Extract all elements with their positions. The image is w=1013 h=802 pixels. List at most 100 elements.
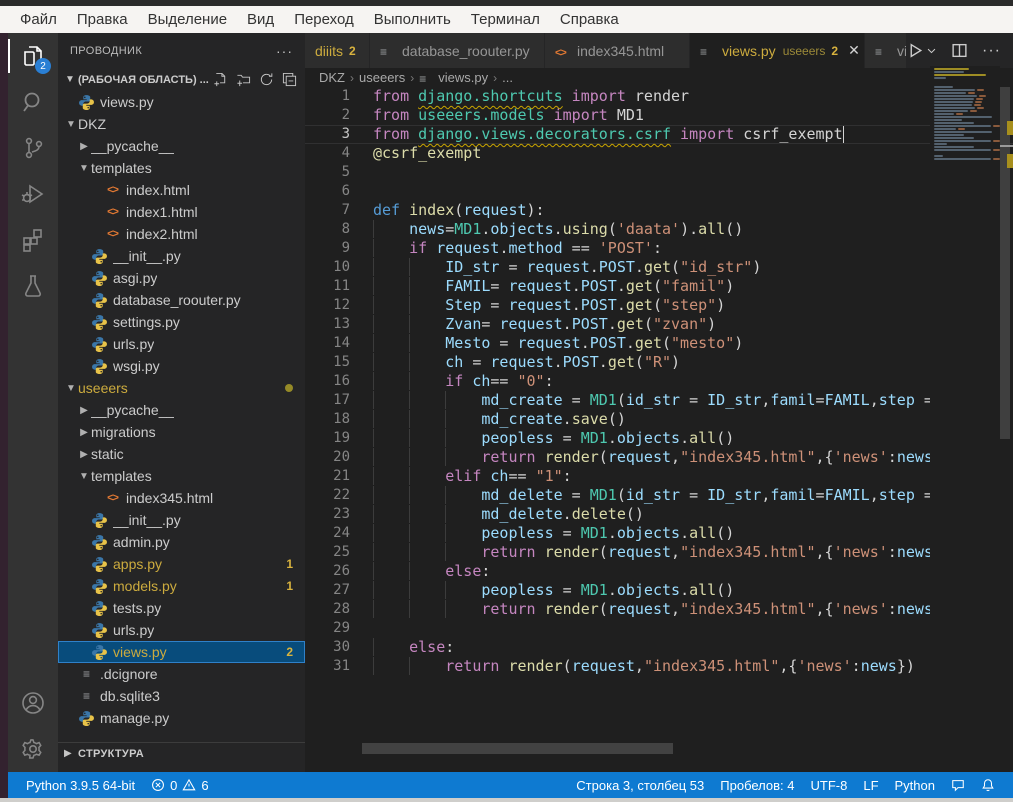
tree-item-views-py[interactable]: views.py2 [58, 641, 305, 663]
account-icon[interactable] [8, 680, 58, 726]
vertical-scrollbar[interactable] [1000, 66, 1013, 772]
code-line-9[interactable]: 9 if request.method == 'POST': [305, 239, 1013, 258]
menu-item-терминал[interactable]: Терминал [461, 9, 550, 30]
code-line-7[interactable]: 7def index(request): [305, 201, 1013, 220]
tree-item-index345-html[interactable]: <>index345.html [58, 487, 305, 509]
code-editor[interactable]: 1from django.shortcuts import render2fro… [305, 87, 1013, 772]
tab-database-roouter-py[interactable]: ≡database_roouter.py [370, 33, 545, 68]
tab-views-py[interactable]: ≡views.pyuseeers2✕ [690, 33, 865, 68]
breadcrumb-item[interactable]: views.py [438, 70, 488, 85]
status-encoding[interactable]: UTF-8 [803, 772, 856, 798]
tree-item--pycache-[interactable]: ▶__pycache__ [58, 135, 305, 157]
code-line-5[interactable]: 5 [305, 163, 1013, 182]
code-line-3[interactable]: 3from django.views.decorators.csrf impor… [305, 125, 1013, 144]
tree-item-useeers[interactable]: ▼useeers [58, 377, 305, 399]
code-line-17[interactable]: 17 md_create = MD1(id_str = ID_str,famil… [305, 391, 1013, 410]
tree-item-dkz[interactable]: ▼DKZ [58, 113, 305, 135]
bell-icon[interactable] [973, 772, 1003, 798]
code-line-15[interactable]: 15 ch = request.POST.get("R") [305, 353, 1013, 372]
tree-item-index-html[interactable]: <>index.html [58, 179, 305, 201]
refresh-icon[interactable] [259, 72, 274, 87]
tab-index345-html[interactable]: <>index345.html [545, 33, 690, 68]
breadcrumb[interactable]: DKZ›useeers›≡views.py›... [305, 68, 1013, 87]
menu-item-правка[interactable]: Правка [67, 9, 138, 30]
testing-icon[interactable] [8, 263, 58, 309]
code-line-4[interactable]: 4@csrf_exempt [305, 144, 1013, 163]
code-line-25[interactable]: 25 return render(request,"index345.html"… [305, 543, 1013, 562]
code-line-30[interactable]: 30 else: [305, 638, 1013, 657]
tree-item-tests-py[interactable]: tests.py [58, 597, 305, 619]
tree-item-settings-py[interactable]: settings.py [58, 311, 305, 333]
tree-item-admin-py[interactable]: admin.py [58, 531, 305, 553]
code-line-6[interactable]: 6 [305, 182, 1013, 201]
code-line-12[interactable]: 12 Step = request.POST.get("step") [305, 296, 1013, 315]
code-line-13[interactable]: 13 Zvan= request.POST.get("zvan") [305, 315, 1013, 334]
tree-item-wsgi-py[interactable]: wsgi.py [58, 355, 305, 377]
tree-item-db-sqlite3[interactable]: ≡db.sqlite3 [58, 685, 305, 707]
breadcrumb-item[interactable]: DKZ [319, 70, 345, 85]
code-line-14[interactable]: 14 Mesto = request.POST.get("mesto") [305, 334, 1013, 353]
feedback-icon[interactable] [943, 772, 973, 798]
status-eol[interactable]: LF [855, 772, 886, 798]
code-line-29[interactable]: 29 [305, 619, 1013, 638]
menu-item-файл[interactable]: Файл [10, 9, 67, 30]
code-line-23[interactable]: 23 md_delete.delete() [305, 505, 1013, 524]
code-line-24[interactable]: 24 peopless = MD1.objects.all() [305, 524, 1013, 543]
tree-item--init-py[interactable]: __init__.py [58, 245, 305, 267]
tree-item-templates[interactable]: ▼templates [58, 465, 305, 487]
scrollbar-thumb[interactable] [1000, 87, 1010, 439]
code-line-19[interactable]: 19 peopless = MD1.objects.all() [305, 429, 1013, 448]
workspace-section-header[interactable]: ▼ (РАБОЧАЯ ОБЛАСТЬ) ... [58, 68, 305, 91]
tree-item-manage-py[interactable]: manage.py [58, 707, 305, 729]
extensions-icon[interactable] [8, 217, 58, 263]
code-line-28[interactable]: 28 return render(request,"index345.html"… [305, 600, 1013, 619]
menu-item-справка[interactable]: Справка [550, 9, 629, 30]
chevron-down-icon[interactable] [926, 45, 937, 56]
code-line-16[interactable]: 16 if ch== "0": [305, 372, 1013, 391]
tree-item-models-py[interactable]: models.py1 [58, 575, 305, 597]
code-line-26[interactable]: 26 else: [305, 562, 1013, 581]
tab-diiits[interactable]: diiits2 [305, 33, 370, 68]
outline-section-header[interactable]: ▶ СТРУКТУРА [58, 742, 305, 764]
new-file-icon[interactable] [213, 72, 228, 87]
menu-item-переход[interactable]: Переход [284, 9, 364, 30]
breadcrumb-item[interactable]: useeers [359, 70, 405, 85]
menu-item-выделение[interactable]: Выделение [138, 9, 237, 30]
settings-icon[interactable] [8, 726, 58, 772]
explorer-icon[interactable]: 2 [8, 33, 58, 79]
code-line-1[interactable]: 1from django.shortcuts import render [305, 87, 1013, 106]
tree-item-templates[interactable]: ▼templates [58, 157, 305, 179]
close-icon[interactable]: ✕ [848, 42, 860, 59]
status-language[interactable]: Python [887, 772, 943, 798]
tree-item-migrations[interactable]: ▶migrations [58, 421, 305, 443]
code-line-31[interactable]: 31 return render(request,"index345.html"… [305, 657, 1013, 676]
tree-item-database-roouter-py[interactable]: database_roouter.py [58, 289, 305, 311]
code-line-27[interactable]: 27 peopless = MD1.objects.all() [305, 581, 1013, 600]
menu-item-выполнить[interactable]: Выполнить [364, 9, 461, 30]
code-line-11[interactable]: 11 FAMIL= request.POST.get("famil") [305, 277, 1013, 296]
run-and-debug-icon[interactable] [8, 171, 58, 217]
tree-item--init-py[interactable]: __init__.py [58, 509, 305, 531]
tree-item--dcignore[interactable]: ≡.dcignore [58, 663, 305, 685]
new-folder-icon[interactable] [236, 72, 251, 87]
split-editor-button[interactable] [951, 42, 968, 59]
tree-item-asgi-py[interactable]: asgi.py [58, 267, 305, 289]
menu-item-вид[interactable]: Вид [237, 9, 284, 30]
minimap[interactable] [930, 66, 1000, 772]
code-line-20[interactable]: 20 return render(request,"index345.html"… [305, 448, 1013, 467]
code-line-8[interactable]: 8 news=MD1.objects.using('daata').all() [305, 220, 1013, 239]
code-line-2[interactable]: 2from useeers.models import MD1 [305, 106, 1013, 125]
tree-item--pycache-[interactable]: ▶__pycache__ [58, 399, 305, 421]
collapse-folders-icon[interactable] [282, 72, 297, 87]
tree-item-index2-html[interactable]: <>index2.html [58, 223, 305, 245]
search-icon[interactable] [8, 79, 58, 125]
status-problems[interactable]: 06 [143, 772, 216, 798]
tree-item-urls-py[interactable]: urls.py [58, 619, 305, 641]
status-cursor-position[interactable]: Строка 3, столбец 53 [568, 772, 712, 798]
code-line-21[interactable]: 21 elif ch== "1": [305, 467, 1013, 486]
status-indentation[interactable]: Пробелов: 4 [712, 772, 802, 798]
code-line-10[interactable]: 10 ID_str = request.POST.get("id_str") [305, 258, 1013, 277]
horizontal-scrollbar[interactable] [362, 743, 673, 754]
tree-item-urls-py[interactable]: urls.py [58, 333, 305, 355]
tree-item-index1-html[interactable]: <>index1.html [58, 201, 305, 223]
